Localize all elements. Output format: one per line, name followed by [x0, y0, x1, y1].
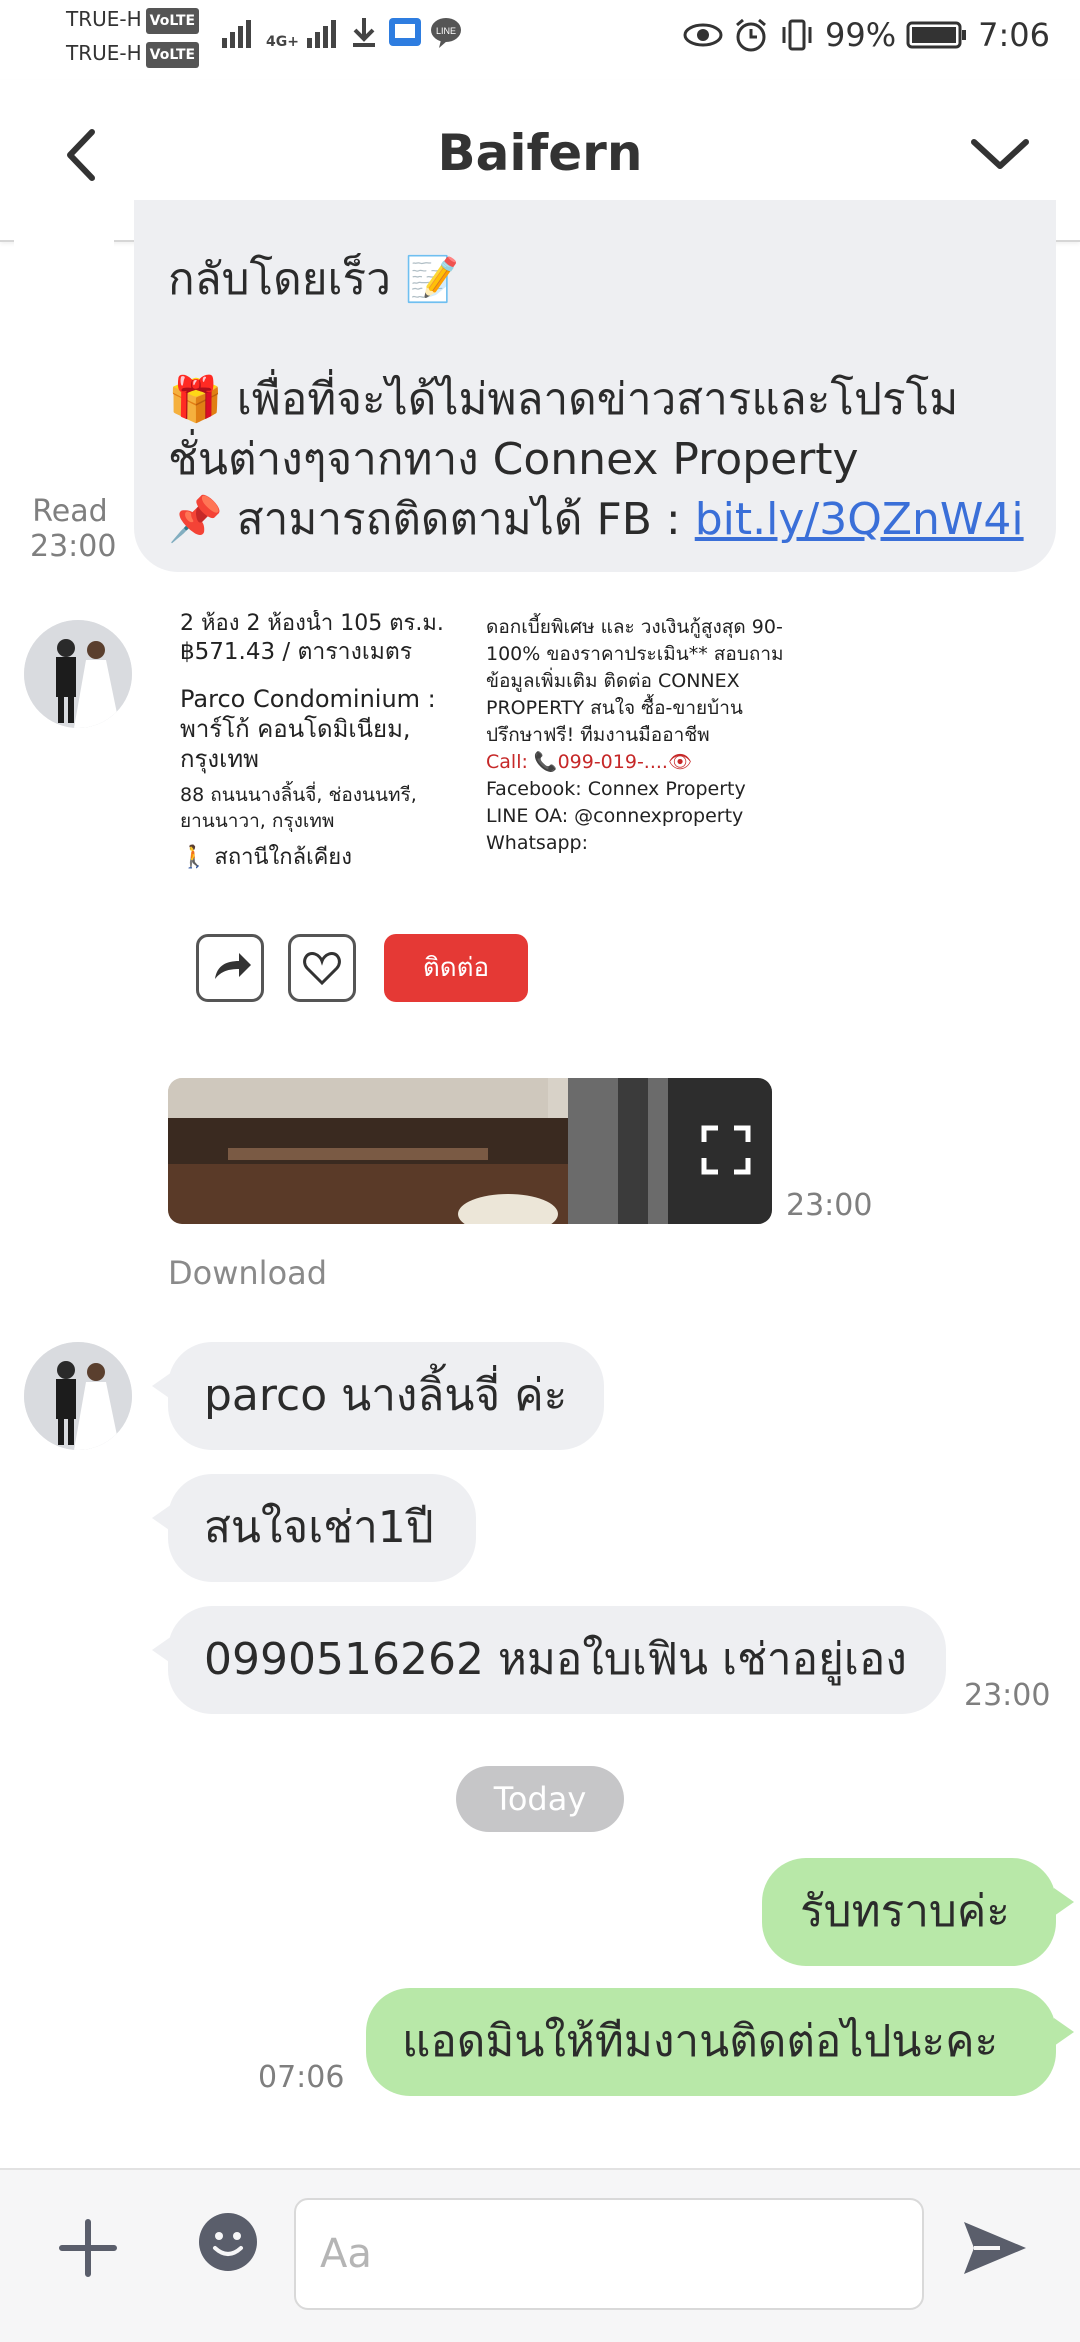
favorite-button[interactable] [288, 934, 356, 1002]
message-line: 🎁 เพื่อที่จะได้ไม่พลาดข่าวสารและโปรโม [168, 374, 959, 425]
sent-message[interactable]: รับทราบค่ะ [762, 1858, 1056, 1966]
read-label: Read [32, 494, 108, 529]
download-link[interactable]: Download [168, 1254, 327, 1292]
card-line: LINE OA: @connexproperty [486, 805, 744, 827]
property-card-image[interactable]: 2 ห้อง 2 ห้องน้ำ 105 ตร.ม. ฿571.43 / ตาร… [168, 610, 788, 1020]
message-line: ชั่นต่างๆจากทาง Connex Property [168, 434, 859, 485]
bubble-tail [1054, 2018, 1074, 2046]
message-time: 23:00 [30, 529, 117, 564]
header-mask [14, 218, 114, 298]
received-message[interactable]: สนใจเช่า1ปี [168, 1474, 476, 1582]
svg-text:LINE: LINE [436, 26, 456, 36]
card-price: ฿571.43 / ตารางเมตร [180, 639, 413, 665]
bubble-tail [152, 1504, 172, 1532]
emoji-icon [199, 2213, 257, 2271]
bubble-tail [152, 1372, 172, 1400]
card-nearby: 🚶 สถานีใกล้เคียง [180, 845, 352, 870]
avatar-couple-image [24, 1342, 132, 1450]
vibrate-icon [782, 19, 812, 51]
message-text: 0990516262 หมอใบเฟิน เช่าอยู่เอง [204, 1634, 907, 1685]
expand-button[interactable] [698, 1122, 754, 1182]
facebook-link[interactable]: bit.ly/3QZnW4i [695, 494, 1024, 545]
card-name: Parco Condominium : พาร์โก้ คอนโดมิเนียม… [180, 685, 436, 773]
message-input-wrapper [294, 2198, 924, 2310]
fullscreen-icon [701, 1125, 751, 1175]
message-line-prefix: 📌 สามารถติดตามได้ FB : [168, 494, 695, 545]
carrier-1: TRUE-H VoLTE [66, 6, 200, 34]
chat-title: Baifern [437, 124, 643, 182]
heart-icon [303, 951, 341, 986]
message-text: parco นางลิ้นจี่ ค่ะ [204, 1370, 568, 1421]
message-time: 23:00 [786, 1188, 873, 1223]
avatar[interactable] [24, 620, 132, 728]
card-left-column: 2 ห้อง 2 ห้องน้ำ 105 ตร.ม. ฿571.43 / ตาร… [180, 610, 470, 872]
message-time: 07:06 [258, 2060, 345, 2095]
download-icon [352, 18, 375, 47]
read-receipt: Read 23:00 [30, 494, 117, 564]
sent-message[interactable]: แอดมินให้ทีมงานติดต่อไปนะคะ [366, 1988, 1056, 2096]
bubble-tail [1054, 1888, 1074, 1916]
emoji-button[interactable] [196, 2210, 260, 2274]
received-message[interactable]: parco นางลิ้นจี่ ค่ะ [168, 1342, 604, 1450]
message-line: 📌 สามารถติดตามได้ FB : bit.ly/3QZnW4i [168, 490, 1024, 550]
plus-icon [59, 2219, 117, 2277]
send-button[interactable] [956, 2210, 1032, 2286]
alarm-icon [736, 18, 766, 52]
menu-toggle-button[interactable] [960, 120, 1040, 190]
card-right-column: ดอกเบี้ยพิเศษ และ วงเงินกู้สูงสุด 90-100… [486, 614, 786, 857]
received-message[interactable]: 0990516262 หมอใบเฟิน เช่าอยู่เอง [168, 1606, 946, 1714]
signal-icon-2 [306, 20, 336, 48]
message-bubble-promo[interactable]: กลับโดยเร็ว 📝 🎁 เพื่อที่จะได้ไม่พลาดข่าว… [134, 200, 1056, 572]
room-photo-image [168, 1078, 772, 1224]
battery-percent: 99% [825, 16, 897, 54]
cast-icon [388, 18, 421, 46]
send-icon [964, 2222, 1026, 2274]
card-action-row: ติดต่อ [168, 920, 788, 1020]
message-text: สนใจเช่า1ปี [204, 1502, 434, 1553]
card-description: ดอกเบี้ยพิเศษ และ วงเงินกู้สูงสุด 90-100… [486, 616, 784, 746]
message-line: กลับโดยเร็ว 📝 [168, 254, 460, 305]
carrier-1-label: TRUE-H [66, 7, 142, 31]
bubble-tail [152, 1636, 172, 1664]
card-size: 2 ห้อง 2 ห้องน้ำ 105 ตร.ม. [180, 611, 444, 636]
avatar-couple-image [24, 620, 132, 728]
card-facebook: Facebook: Connex Property [486, 778, 746, 800]
card-nearby-label: สถานีใกล้เคียง [214, 845, 352, 870]
card-call: Call: 📞099-019-....👁 [486, 751, 693, 773]
chevron-down-icon [971, 139, 1029, 169]
eye-icon [683, 23, 723, 47]
share-icon [215, 953, 251, 979]
card-address: 88 ถนนนางลิ้นจี่, ช่องนนทรี, ยานนาวา, กร… [180, 784, 417, 832]
message-text: รับทราบค่ะ [800, 1886, 1010, 1937]
status-bar: TRUE-H VoLTE TRUE-H VoLTE 4G+ LINE 99% 7:0… [0, 0, 1080, 80]
message-input-bar [0, 2168, 1080, 2342]
line-app-icon: LINE [430, 18, 461, 48]
clock: 7:06 [978, 16, 1050, 54]
add-attachment-button[interactable] [50, 2210, 126, 2286]
signal-icon [222, 20, 251, 48]
share-button[interactable] [196, 934, 264, 1002]
volte-badge: VoLTE [145, 41, 200, 68]
avatar[interactable] [24, 1342, 132, 1450]
message-text: แอดมินให้ทีมงานติดต่อไปนะคะ [402, 2016, 999, 2067]
volte-badge: VoLTE [145, 7, 200, 34]
network-label: 4G+ [266, 34, 299, 50]
card-whatsapp: Whatsapp: [486, 832, 588, 854]
message-input[interactable] [296, 2200, 922, 2308]
photo-thumbnail[interactable] [168, 1078, 772, 1224]
signal-icons: 4G+ LINE [220, 14, 463, 50]
contact-button[interactable]: ติดต่อ [384, 934, 528, 1002]
status-right: 99% 7:06 [683, 16, 1050, 54]
date-divider: Today [456, 1766, 624, 1832]
carrier-2-label: TRUE-H [66, 41, 142, 65]
battery-icon [906, 21, 967, 49]
carrier-2: TRUE-H VoLTE [66, 40, 200, 68]
message-time: 23:00 [964, 1678, 1051, 1713]
